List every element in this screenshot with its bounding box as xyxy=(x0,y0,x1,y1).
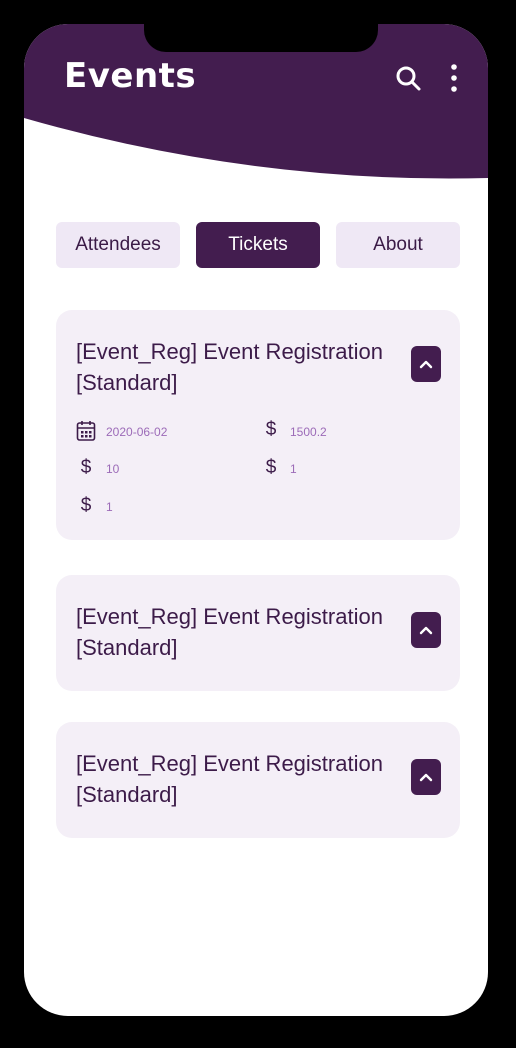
expand-toggle-button[interactable] xyxy=(411,612,441,648)
ticket-title-line2: [Standard] xyxy=(76,635,178,660)
calendar-icon xyxy=(76,420,96,442)
ticket-value: 1 xyxy=(290,462,297,476)
app-header: Events xyxy=(24,24,488,204)
collapse-toggle-button[interactable] xyxy=(411,346,441,382)
ticket-title-line1: [Event_Reg] Event Registration xyxy=(76,604,383,629)
ticket-price: 1500.2 xyxy=(290,425,327,439)
ticket-title: [Event_Reg] Event Registration [Standard… xyxy=(76,748,396,810)
ticket-title-line2: [Standard] xyxy=(76,782,178,807)
tab-tickets[interactable]: Tickets xyxy=(196,222,320,268)
dollar-icon: $ xyxy=(80,495,92,516)
expand-toggle-button[interactable] xyxy=(411,759,441,795)
search-icon[interactable] xyxy=(394,64,422,92)
tab-about[interactable]: About xyxy=(336,222,460,268)
more-vertical-icon[interactable] xyxy=(442,62,466,94)
dollar-icon: $ xyxy=(80,457,92,478)
tab-attendees[interactable]: Attendees xyxy=(56,222,180,268)
phone-screen: Events Attendees Tickets About [Event_Re… xyxy=(24,24,488,1016)
ticket-value: 1 xyxy=(106,500,113,514)
ticket-title-line1: [Event_Reg] Event Registration xyxy=(76,339,383,364)
chevron-up-icon xyxy=(419,773,433,782)
ticket-card[interactable]: [Event_Reg] Event Registration [Standard… xyxy=(56,575,460,691)
chevron-up-icon xyxy=(419,626,433,635)
ticket-value: 10 xyxy=(106,462,120,476)
dollar-icon: $ xyxy=(265,457,277,478)
app-title: Events xyxy=(64,56,197,96)
dollar-icon: $ xyxy=(265,419,277,440)
device-notch xyxy=(144,24,378,52)
tab-bar: Attendees Tickets About xyxy=(56,222,460,270)
ticket-title: [Event_Reg] Event Registration [Standard… xyxy=(76,601,396,663)
ticket-title-line1: [Event_Reg] Event Registration xyxy=(76,751,383,776)
ticket-card[interactable]: [Event_Reg] Event Registration [Standard… xyxy=(56,722,460,838)
ticket-title: [Event_Reg] Event Registration [Standard… xyxy=(76,336,396,398)
ticket-title-line2: [Standard] xyxy=(76,370,178,395)
ticket-date: 2020-06-02 xyxy=(106,425,168,439)
chevron-up-icon xyxy=(419,360,433,369)
ticket-card[interactable]: [Event_Reg] Event Registration [Standard… xyxy=(56,310,460,540)
